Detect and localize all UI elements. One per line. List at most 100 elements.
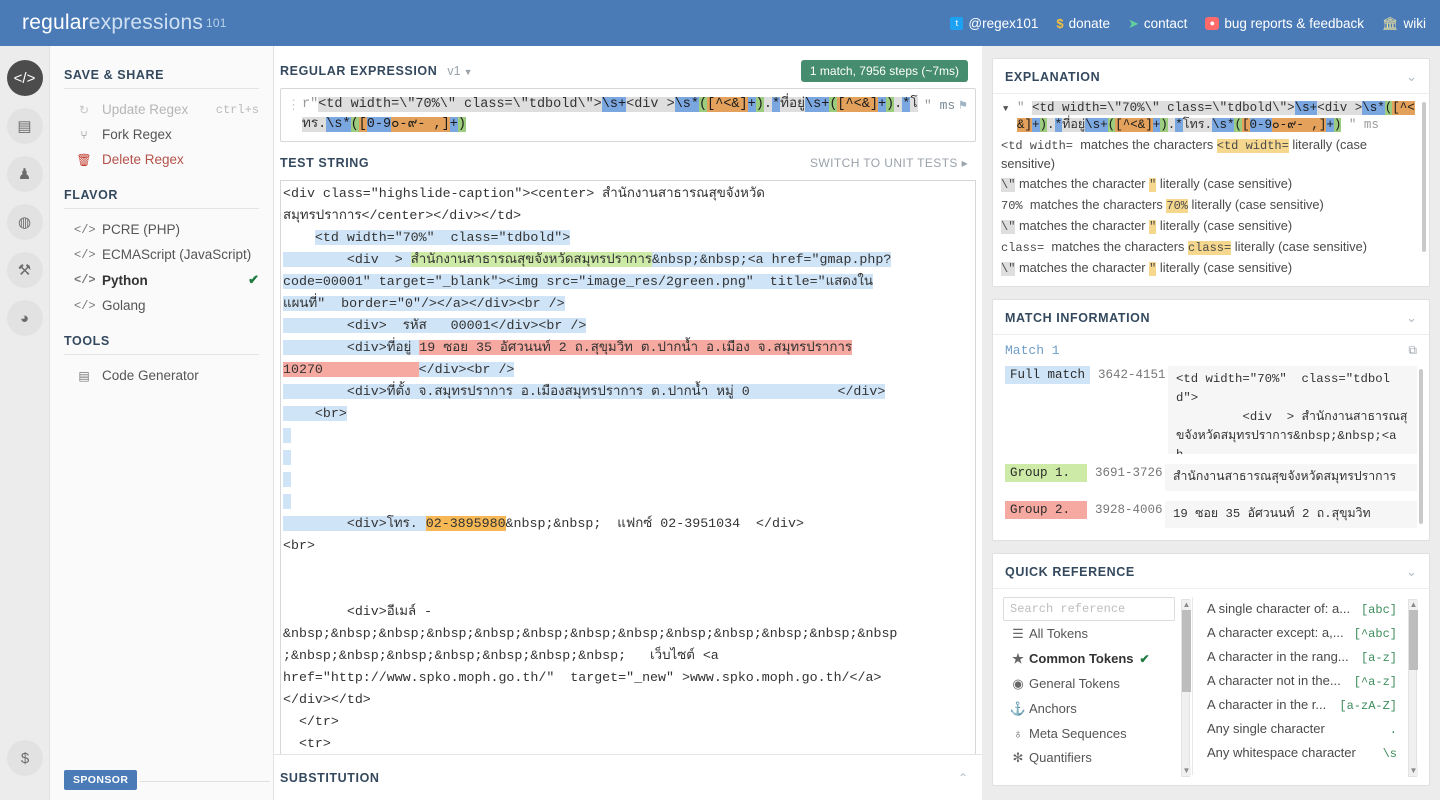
test-string-content[interactable]: <div class="highslide-caption"><center> … bbox=[281, 181, 975, 760]
regex-token: [ bbox=[359, 117, 367, 132]
search-reference-input[interactable] bbox=[1003, 597, 1175, 621]
nav-link-twitter[interactable]: t @regex101 bbox=[950, 16, 1038, 31]
explanation-part: literally (case sensitive) bbox=[1156, 176, 1292, 191]
category-scrollbar-thumb[interactable] bbox=[1182, 610, 1191, 692]
explanation-part: 70% bbox=[1001, 199, 1030, 213]
test-string-box[interactable]: <div class="highslide-caption"><center> … bbox=[280, 180, 976, 760]
sponsor-badge[interactable]: SPONSOR bbox=[64, 770, 137, 790]
explanation-part: matches the characters bbox=[1030, 197, 1167, 212]
rail-button-code[interactable]: </> bbox=[7, 60, 43, 96]
sidebar-item-flavor-golang[interactable]: </> Golang bbox=[50, 293, 273, 318]
sidebar-item-update-regex[interactable]: ↻ Update Regex ctrl+s bbox=[50, 97, 273, 122]
quick-reference-token-description: A character in the rang... bbox=[1207, 649, 1353, 664]
match-value-group-2[interactable]: 19 ซอย 35 อัศวนนท์ 2 ถ.สุขุมวิท bbox=[1165, 501, 1417, 528]
quick-reference-token-row[interactable]: A character not in the...[^a-z] bbox=[1207, 669, 1397, 693]
sidebar-item-flavor-pcre[interactable]: </> PCRE (PHP) bbox=[50, 217, 273, 242]
nav-link-contact[interactable]: ➤ contact bbox=[1128, 16, 1187, 31]
category-scrollbar[interactable]: ▲ ▼ bbox=[1181, 599, 1190, 777]
regex-token: . bbox=[1204, 118, 1212, 132]
rail-button-chat[interactable]: ◕ bbox=[7, 300, 43, 336]
explanation-line: 70% matches the characters 70% literally… bbox=[1001, 196, 1415, 215]
sidebar-item-flavor-golang-label: Golang bbox=[102, 298, 146, 313]
quick-reference-token-row[interactable]: A character except: a,...[^abc] bbox=[1207, 621, 1397, 645]
quick-reference-category-anchors[interactable]: ⚓Anchors bbox=[1003, 696, 1178, 721]
test-string-segment: <div>ที่ตั้ง จ.สมุทรปราการ อ.เมืองสมุทรป… bbox=[283, 384, 885, 399]
test-string-line: แผนที่" border="0"/></a></div><br /> bbox=[283, 293, 969, 315]
fork-icon: ⑂ bbox=[74, 128, 94, 142]
globe-icon: ♁ bbox=[1007, 726, 1029, 741]
scroll-down-arrow-icon[interactable]: ▼ bbox=[1182, 766, 1191, 776]
token-scrollbar-thumb[interactable] bbox=[1409, 610, 1418, 670]
caret-icon[interactable]: ▼ bbox=[1003, 101, 1008, 118]
rail-button-gamepad[interactable]: ◍ bbox=[7, 204, 43, 240]
sidebar-item-flavor-python[interactable]: </> Python ✔ bbox=[50, 267, 273, 293]
regex-token: \" bbox=[577, 97, 593, 112]
explanation-body[interactable]: ▼" <td width=\"70%\" class=\"tdbold\">\s… bbox=[993, 94, 1429, 286]
match-tag-full: Full match bbox=[1005, 366, 1090, 384]
regex-flags[interactable]: " ms⚑ bbox=[924, 95, 967, 113]
nav-link-donate[interactable]: $ donate bbox=[1056, 16, 1110, 31]
quick-reference-token-row[interactable]: Any single character. bbox=[1207, 717, 1397, 741]
match-value-full[interactable]: <td width="70%" class="tdbold"> <div > ส… bbox=[1168, 366, 1417, 454]
sidebar-item-flavor-ecmascript[interactable]: </> ECMAScript (JavaScript) bbox=[50, 242, 273, 267]
test-string-segment: 19 ซอย 35 อัศวนนท์ 2 ถ.สุขุมวิท ต.ปากน้ำ… bbox=[419, 340, 852, 355]
left-icon-rail: </> ▤ ♟ ◍ ⚒ ◕ $ bbox=[0, 46, 50, 800]
quick-reference-token-row[interactable]: Any whitespace character\s bbox=[1207, 741, 1397, 765]
flag-icon[interactable]: ⚑ bbox=[959, 98, 967, 113]
switch-to-unit-tests-link[interactable]: SWITCH TO UNIT TESTS ▸ bbox=[810, 156, 968, 170]
quick-reference-token-row[interactable]: A single character of: a...[abc] bbox=[1207, 597, 1397, 621]
quick-reference-category-quantifiers[interactable]: ✻Quantifiers bbox=[1003, 745, 1178, 770]
test-string-line bbox=[283, 491, 969, 513]
rail-button-account[interactable]: ♟ bbox=[7, 156, 43, 192]
test-string-segment bbox=[283, 428, 291, 443]
site-logo[interactable]: regularexpressions101 bbox=[22, 11, 227, 35]
scroll-up-arrow-icon[interactable]: ▲ bbox=[1182, 600, 1191, 610]
regex-token: ) bbox=[1334, 118, 1342, 132]
explanation-scrollbar[interactable] bbox=[1422, 102, 1426, 252]
nav-link-bug-reports[interactable]: ● bug reports & feedback bbox=[1205, 16, 1364, 31]
quick-reference-category-common-tokens[interactable]: ★Common Tokens✔ bbox=[1003, 646, 1178, 671]
regex-token: [^<&] bbox=[1115, 118, 1153, 132]
explanation-part: literally (case sensitive) bbox=[1231, 239, 1367, 254]
test-string-line bbox=[283, 579, 969, 601]
quick-reference-token-row[interactable]: A character in the rang...[a-z] bbox=[1207, 645, 1397, 669]
nav-link-twitter-label: @regex101 bbox=[968, 16, 1038, 31]
chevron-down-icon[interactable]: ⌄ bbox=[1406, 69, 1417, 85]
chevron-up-icon[interactable]: ⌃ bbox=[958, 771, 968, 785]
rail-button-library[interactable]: ▤ bbox=[7, 108, 43, 144]
regex-input-box[interactable]: ⋮ r"<td width=\"70%\" class=\"tdbold\">\… bbox=[280, 88, 976, 142]
explanation-line: \" matches the character " literally (ca… bbox=[1001, 217, 1415, 236]
chevron-down-icon[interactable]: ⌄ bbox=[1406, 564, 1417, 580]
match-range-group-1: 3691-3726 bbox=[1087, 464, 1165, 480]
match-information-scrollbar[interactable] bbox=[1419, 369, 1423, 524]
test-string-line: <div> รหัส 00001</div><br /> bbox=[283, 315, 969, 337]
scroll-down-arrow-icon[interactable]: ▼ bbox=[1409, 766, 1418, 776]
match-value-group-1[interactable]: สำนักงานสาธารณสุขจังหวัดสมุทรปราการ bbox=[1165, 464, 1417, 491]
match-row-full: Full match 3642-4151 <td width="70%" cla… bbox=[1005, 366, 1417, 454]
rail-button-donate[interactable]: $ bbox=[7, 740, 43, 776]
quick-reference-category-general-tokens[interactable]: ◉General Tokens bbox=[1003, 671, 1178, 696]
rail-button-wrench[interactable]: ⚒ bbox=[7, 252, 43, 288]
regex-version-dropdown[interactable]: v1▼ bbox=[447, 64, 472, 78]
explanation-part: class= bbox=[1188, 241, 1231, 255]
sidebar-item-fork-regex[interactable]: ⑂ Fork Regex bbox=[50, 122, 273, 147]
scroll-up-arrow-icon[interactable]: ▲ bbox=[1409, 600, 1418, 610]
test-string-segment: &nbsp;&nbsp; แฟกซ์ 02-3951034 </div> bbox=[506, 516, 804, 531]
test-string-segment: <div>ที่อยู่ bbox=[283, 340, 419, 355]
quick-reference-token-syntax: . bbox=[1390, 723, 1397, 737]
quick-reference-category-meta-sequences[interactable]: ♁Meta Sequences bbox=[1003, 721, 1178, 745]
sidebar-item-delete-regex[interactable]: 🗑 Delete Regex bbox=[50, 147, 273, 172]
chevron-down-icon[interactable]: ⌄ bbox=[1406, 310, 1417, 326]
nav-link-wiki[interactable]: 🏛 wiki bbox=[1382, 16, 1426, 31]
substitution-header[interactable]: SUBSTITUTION ⌃ bbox=[274, 754, 982, 800]
quick-reference-category-all-tokens[interactable]: ☰All Tokens bbox=[1003, 621, 1178, 646]
token-scrollbar[interactable]: ▲ ▼ bbox=[1408, 599, 1417, 777]
divider bbox=[64, 208, 259, 209]
sidebar-item-code-generator[interactable]: ▤ Code Generator bbox=[50, 363, 273, 388]
explanation-part: 70% bbox=[1166, 199, 1188, 213]
anchor-icon: ⚓ bbox=[1007, 701, 1029, 717]
regex-pattern[interactable]: r"<td width=\"70%\" class=\"tdbold\">\s+… bbox=[300, 95, 918, 135]
quick-reference-token-row[interactable]: A character in the r...[a-zA-Z] bbox=[1207, 693, 1397, 717]
share-icon[interactable]: ⧉ bbox=[1408, 343, 1417, 358]
test-string-segment bbox=[283, 560, 291, 575]
